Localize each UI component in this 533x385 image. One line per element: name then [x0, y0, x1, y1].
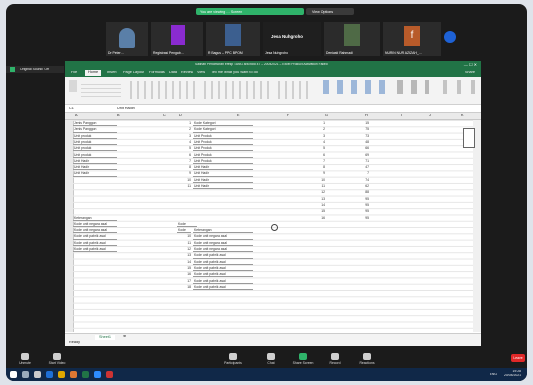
- unmute-button[interactable]: Unmute: [8, 353, 42, 365]
- reactions-icon: [363, 353, 371, 360]
- table-cell[interactable]: Kode unit pabrik asal: [73, 246, 117, 253]
- edge-icon[interactable]: [46, 371, 53, 378]
- video-tile-1[interactable]: Dr Peter…: [106, 22, 148, 56]
- vertical-scrollbar[interactable]: [473, 120, 481, 332]
- next-page-icon[interactable]: [444, 31, 456, 43]
- zoom-icon[interactable]: [94, 371, 101, 378]
- avatar: [171, 25, 185, 45]
- tab-review[interactable]: Review: [181, 71, 193, 75]
- tab-page-layout[interactable]: Page Layout: [123, 71, 144, 75]
- video-tile-6[interactable]: f NURIN NUR AZIZAH_…: [383, 22, 441, 56]
- cell-number[interactable]: 16: [313, 215, 325, 221]
- tab-home[interactable]: Home: [85, 70, 102, 76]
- video-tile-active[interactable]: Jesa Nuhgroho Jesa Nuhgroho: [263, 22, 321, 56]
- system-tray[interactable]: 19:28 20/04/2021: [504, 370, 521, 378]
- chat-button[interactable]: Chat: [254, 353, 288, 365]
- video-tile-5[interactable]: Deniasti Rahmadi: [324, 22, 380, 56]
- camera-icon: [53, 353, 61, 360]
- video-tile-3[interactable]: R Bagus – PPC BPOM: [206, 22, 260, 56]
- cell-number[interactable]: 11: [183, 183, 191, 189]
- record-icon: [331, 353, 339, 360]
- avatar: [225, 24, 241, 46]
- font-group[interactable]: [125, 81, 195, 99]
- ribbon-tabs: File Home Insert Page Layout Formulas Da…: [65, 69, 481, 77]
- file-explorer-icon[interactable]: [58, 371, 65, 378]
- tell-me-box[interactable]: Tell me what you want to do: [211, 71, 258, 75]
- start-icon[interactable]: [10, 371, 17, 378]
- number-group[interactable]: [273, 81, 311, 99]
- view-options-button[interactable]: View Options: [306, 8, 354, 15]
- tab-formulas[interactable]: Formulas: [149, 71, 165, 75]
- editing-group[interactable]: [433, 80, 477, 94]
- taskbar: 19:28 20/04/2021 ENG: [6, 368, 527, 381]
- avatar: [119, 28, 135, 48]
- ribbon: [65, 77, 481, 105]
- excel-icon[interactable]: [82, 371, 89, 378]
- task-view-icon[interactable]: [34, 371, 41, 378]
- table-cell[interactable]: Kode unit pabrik asal: [193, 284, 253, 291]
- app-icon[interactable]: [106, 371, 113, 378]
- participants-icon: [229, 353, 237, 360]
- name-box[interactable]: C1: [69, 107, 74, 111]
- table-cell[interactable]: Unit Hadir: [193, 183, 253, 190]
- share-button[interactable]: Share: [465, 71, 475, 75]
- avatar: [344, 24, 360, 46]
- clipboard-group[interactable]: [81, 81, 121, 99]
- formula-bar[interactable]: C1 Unit Hadiri: [65, 105, 481, 113]
- record-button[interactable]: Record: [318, 353, 352, 365]
- reactions-button[interactable]: Reactions: [350, 353, 384, 365]
- title-bar: Salinan Penomoran eresp TANG ara bold 47…: [65, 61, 481, 69]
- paste-icon[interactable]: [69, 80, 77, 92]
- selected-cells[interactable]: [463, 128, 475, 148]
- excel-window: Salinan Penomoran eresp TANG ara bold 47…: [65, 61, 481, 346]
- screen: You are viewing … Screen View Options Dr…: [6, 4, 527, 381]
- add-sheet-icon[interactable]: ⊕: [123, 335, 126, 339]
- chat-icon: [267, 353, 275, 360]
- cells-group[interactable]: [389, 80, 429, 94]
- search-icon[interactable]: [22, 371, 29, 378]
- original-sound-tab[interactable]: Original Sound: Off: [6, 66, 64, 73]
- tab-data[interactable]: Data: [169, 71, 177, 75]
- styles-group[interactable]: [315, 80, 385, 94]
- share-status: You are viewing … Screen: [196, 8, 304, 15]
- tab-view[interactable]: View: [197, 71, 205, 75]
- formula-input[interactable]: Unit Hadiri: [117, 107, 135, 111]
- column-headers: A B C D E F G H I J K: [65, 113, 481, 120]
- sound-icon: [10, 67, 15, 72]
- share-screen-button[interactable]: Share Screen: [286, 353, 320, 365]
- start-video-button[interactable]: Start Video: [40, 353, 74, 365]
- microphone-icon: [21, 353, 29, 360]
- cell-number[interactable]: 95: [355, 215, 369, 221]
- avatar: f: [404, 26, 420, 46]
- cell-grid[interactable]: Jenis Panggon Jenis Panggon Unit produk Uni…: [73, 120, 481, 332]
- leave-button[interactable]: Leave: [511, 354, 525, 362]
- chrome-icon[interactable]: [70, 371, 77, 378]
- meeting-controls: Unmute Start Video Participants Chat Sha…: [6, 352, 527, 366]
- tab-insert[interactable]: Insert: [107, 71, 117, 75]
- status-bar: Ready: [65, 340, 481, 346]
- cell-number[interactable]: 18: [183, 284, 191, 290]
- screen-share-banner: You are viewing … Screen View Options: [196, 8, 356, 15]
- participants-button[interactable]: Participants: [216, 353, 250, 365]
- alignment-group[interactable]: [199, 81, 269, 99]
- share-screen-icon: [299, 353, 307, 360]
- tab-file[interactable]: File: [71, 71, 77, 75]
- window-controls-icon[interactable]: — ☐ ✕: [464, 62, 477, 67]
- video-tile-2[interactable]: Registrasi Pengab…: [151, 22, 203, 56]
- table-cell[interactable]: Unit Hadir: [73, 170, 117, 177]
- mouse-cursor-icon: [271, 224, 278, 231]
